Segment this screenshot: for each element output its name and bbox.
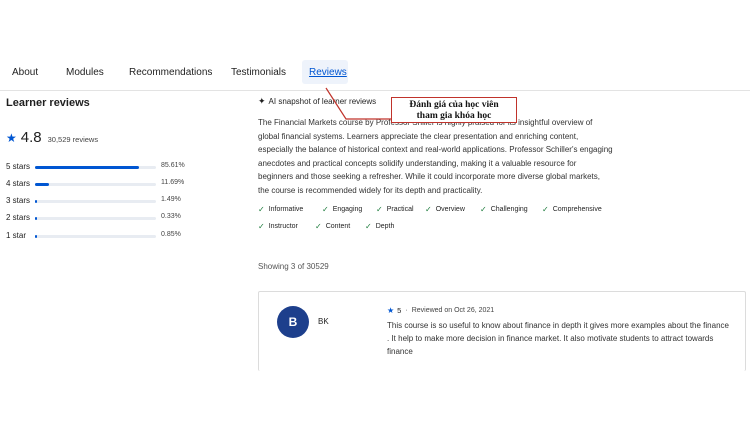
rating-bar-fill bbox=[35, 166, 139, 169]
showing-count: Showing 3 of 30529 bbox=[258, 262, 329, 271]
ai-snapshot-summary: The Financial Markets course by Professo… bbox=[258, 118, 613, 195]
rating-bar-percent: 0.85% bbox=[161, 231, 181, 238]
review-count: 30,529 reviews bbox=[47, 135, 99, 144]
tag-label: Content bbox=[325, 223, 351, 230]
overall-rating: ★ 4.8 30,529 reviews bbox=[6, 129, 98, 146]
review-tag[interactable]: ✓ Content bbox=[315, 222, 350, 231]
rating-bar-label: 3 stars bbox=[6, 196, 31, 205]
annotation-callout: Đánh giá của học viên tham gia khóa học bbox=[391, 97, 517, 123]
annotation-line-1: Đánh giá của học viên bbox=[409, 100, 499, 110]
separator-dot: · bbox=[405, 307, 408, 314]
rating-bar-percent: 85.61% bbox=[161, 162, 185, 169]
rating-bar-percent: 11.69% bbox=[161, 179, 185, 186]
rating-bar-label: 1 star bbox=[6, 231, 27, 240]
check-icon: ✓ bbox=[480, 205, 487, 214]
rating-bar-label: 5 stars bbox=[6, 162, 31, 171]
check-icon: ✓ bbox=[315, 222, 322, 231]
review-tag[interactable]: ✓ Practical bbox=[376, 205, 414, 214]
rating-bar-row[interactable]: 3 stars 1.49% bbox=[6, 196, 246, 208]
rating-bar-percent: 0.33% bbox=[161, 213, 181, 220]
tag-label: Engaging bbox=[332, 206, 363, 213]
ai-snapshot-heading: ✦ AI snapshot of learner reviews bbox=[258, 96, 376, 107]
review-tag[interactable]: ✓ Informative bbox=[258, 205, 303, 214]
check-icon: ✓ bbox=[365, 222, 372, 231]
tag-label: Overview bbox=[435, 206, 465, 213]
review-card: B BK ★ 5 · Reviewed on Oct 26, 2021 This… bbox=[258, 291, 746, 371]
tab-reviews[interactable]: Reviews bbox=[309, 67, 347, 78]
rating-bar-fill bbox=[35, 217, 37, 220]
course-tabs: About Modules Recommendations Testimonia… bbox=[0, 58, 750, 91]
star-icon: ★ bbox=[6, 131, 17, 145]
rating-bar-track bbox=[35, 217, 156, 220]
check-icon: ✓ bbox=[258, 205, 265, 214]
rating-bar-fill bbox=[35, 183, 49, 186]
rating-value: 4.8 bbox=[20, 129, 42, 146]
tag-label: Informative bbox=[268, 206, 304, 213]
review-tag[interactable]: ✓ Overview bbox=[425, 205, 465, 214]
check-icon: ✓ bbox=[425, 205, 432, 214]
check-icon: ✓ bbox=[322, 205, 329, 214]
ai-snapshot-title: AI snapshot of learner reviews bbox=[268, 97, 377, 106]
rating-bar-row[interactable]: 4 stars 11.69% bbox=[6, 179, 246, 191]
rating-bar-row[interactable]: 1 star 0.85% bbox=[6, 231, 246, 243]
review-tag[interactable]: ✓ Engaging bbox=[322, 205, 362, 214]
tag-label: Comprehensive bbox=[552, 206, 602, 213]
rating-bar-row[interactable]: 5 stars 85.61% bbox=[6, 162, 246, 174]
check-icon: ✓ bbox=[376, 205, 383, 214]
sparkle-icon: ✦ bbox=[258, 96, 266, 106]
review-date: Reviewed on Oct 26, 2021 bbox=[411, 307, 495, 314]
check-icon: ✓ bbox=[258, 222, 265, 231]
rating-bar-track bbox=[35, 166, 156, 169]
review-tag[interactable]: ✓ Challenging bbox=[480, 205, 528, 214]
tab-about[interactable]: About bbox=[12, 67, 38, 78]
rating-bar-fill bbox=[35, 200, 37, 203]
tab-testimonials[interactable]: Testimonials bbox=[231, 67, 286, 78]
tab-modules[interactable]: Modules bbox=[66, 67, 104, 78]
star-icon: ★ bbox=[387, 306, 395, 315]
review-meta: ★ 5 · Reviewed on Oct 26, 2021 bbox=[387, 306, 494, 315]
rating-bar-label: 2 stars bbox=[6, 213, 31, 222]
rating-bar-fill bbox=[35, 235, 37, 238]
rating-bar-row[interactable]: 2 stars 0.33% bbox=[6, 213, 246, 225]
rating-bar-percent: 1.49% bbox=[161, 196, 181, 203]
avatar: B bbox=[277, 306, 309, 338]
tag-label: Challenging bbox=[490, 206, 528, 213]
reviewer-name: BK bbox=[318, 317, 329, 326]
tag-row: ✓ Informative ✓ Engaging ✓ Practical ✓ Overv… bbox=[258, 205, 658, 219]
tag-row: ✓ Instructor ✓ Content ✓ Depth bbox=[258, 222, 658, 236]
tag-label: Depth bbox=[375, 223, 395, 230]
tab-recommendations[interactable]: Recommendations bbox=[129, 67, 212, 78]
review-tag[interactable]: ✓ Instructor bbox=[258, 222, 298, 231]
check-icon: ✓ bbox=[542, 205, 549, 214]
rating-bar-track bbox=[35, 235, 156, 238]
review-rating: 5 bbox=[397, 306, 402, 315]
review-tag[interactable]: ✓ Depth bbox=[365, 222, 394, 231]
annotation-line-2: tham gia khóa học bbox=[416, 110, 492, 121]
review-tag[interactable]: ✓ Comprehensive bbox=[542, 205, 602, 214]
rating-bar-track bbox=[35, 183, 156, 186]
review-text: This course is so useful to know about f… bbox=[387, 321, 729, 356]
tag-label: Instructor bbox=[268, 223, 298, 230]
rating-bar-track bbox=[35, 200, 156, 203]
tag-label: Practical bbox=[386, 206, 414, 213]
learner-reviews-title: Learner reviews bbox=[6, 97, 90, 109]
rating-bar-label: 4 stars bbox=[6, 179, 31, 188]
